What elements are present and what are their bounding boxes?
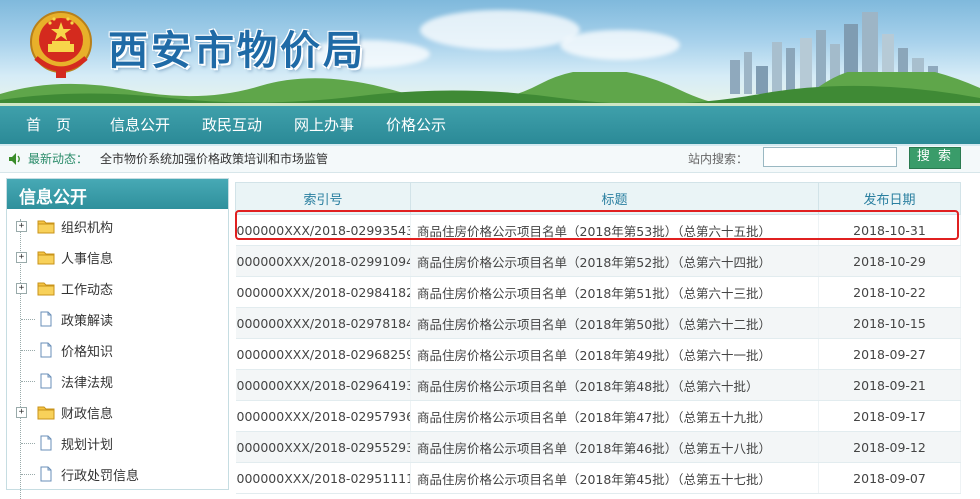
sidebar-item-label: 政策解读 — [61, 314, 114, 329]
folder-icon — [37, 218, 55, 234]
cell-index: 000000XXX/2018-02955293 — [235, 431, 411, 463]
document-table: 索引号 标题 发布日期 000000XXX/2018-02993543 商品住房价… — [235, 182, 961, 494]
sidebar-item-label: 法律法规 — [61, 376, 114, 391]
cell-date: 2018-10-22 — [818, 276, 961, 308]
sidebar-item[interactable]: + 组织机构 — [13, 215, 225, 239]
column-header-index[interactable]: 索引号 — [235, 182, 411, 215]
main-nav: 首 页 信息公开 政民互动 网上办事 价格公示 — [0, 106, 980, 146]
sidebar-item-label: 规划计划 — [61, 438, 114, 453]
cell-title-link[interactable]: 商品住房价格公示项目名单（2018年第51批）（总第六十三批） — [410, 276, 819, 308]
search-button[interactable]: 搜 索 — [909, 147, 961, 169]
folder-icon — [37, 404, 55, 420]
news-bar: 最新动态： 全市物价系统加强价格政策培训和市场监管 站内搜索： 搜 索 — [0, 146, 980, 173]
nav-home[interactable]: 首 页 — [26, 106, 71, 144]
tree-branch-line — [21, 350, 35, 351]
tree-branch-line — [21, 474, 35, 475]
nav-public-interaction[interactable]: 政民互动 — [202, 106, 262, 144]
column-header-title[interactable]: 标题 — [410, 182, 819, 215]
column-header-date[interactable]: 发布日期 — [818, 182, 961, 215]
table-row[interactable]: 000000XXX/2018-02957936 商品住房价格公示项目名单（2018… — [235, 400, 961, 432]
table-row[interactable]: 000000XXX/2018-02964193 商品住房价格公示项目名单（2018… — [235, 369, 961, 401]
cell-index: 000000XXX/2018-02951111 — [235, 462, 411, 494]
sidebar-item[interactable]: 行政处罚信息 — [13, 463, 225, 487]
cell-date: 2018-09-27 — [818, 338, 961, 370]
sidebar-item-label: 工作动态 — [61, 283, 114, 298]
sidebar-item[interactable]: 规划计划 — [13, 432, 225, 456]
folder-icon — [37, 280, 55, 296]
site-search-input[interactable] — [763, 147, 897, 167]
cell-index: 000000XXX/2018-02984182 — [235, 276, 411, 308]
cell-title-link[interactable]: 商品住房价格公示项目名单（2018年第45批）（总第五十七批） — [410, 462, 819, 494]
nav-online-services[interactable]: 网上办事 — [294, 106, 354, 144]
table-row[interactable]: 000000XXX/2018-02951111 商品住房价格公示项目名单（2018… — [235, 462, 961, 494]
sidebar-item-label: 人事信息 — [61, 252, 114, 267]
site-search-label: 站内搜索： — [688, 152, 749, 166]
cell-title-link[interactable]: 商品住房价格公示项目名单（2018年第49批）（总第六十一批） — [410, 338, 819, 370]
cell-index: 000000XXX/2018-02957936 — [235, 400, 411, 432]
folder-icon — [37, 249, 55, 265]
cell-title-link[interactable]: 商品住房价格公示项目名单（2018年第52批）（总第六十四批） — [410, 245, 819, 277]
document-icon — [37, 311, 55, 327]
cell-index: 000000XXX/2018-02964193 — [235, 369, 411, 401]
table-row[interactable]: 000000XXX/2018-02968259 商品住房价格公示项目名单（2018… — [235, 338, 961, 370]
expand-toggle-icon[interactable]: + — [16, 221, 27, 232]
tree-branch-line — [21, 381, 35, 382]
sidebar-item[interactable]: + 工作动态 — [13, 277, 225, 301]
sidebar-title: 信息公开 — [19, 188, 87, 208]
expand-toggle-icon[interactable]: + — [16, 283, 27, 294]
document-icon — [37, 342, 55, 358]
table-row[interactable]: 000000XXX/2018-02955293 商品住房价格公示项目名单（2018… — [235, 431, 961, 463]
cell-date: 2018-10-31 — [818, 214, 961, 246]
sidebar-item[interactable]: 价格知识 — [13, 339, 225, 363]
cloud-decoration — [420, 10, 580, 50]
table-header-row: 索引号 标题 发布日期 — [235, 182, 961, 215]
national-emblem-icon — [30, 11, 92, 78]
sidebar-item[interactable]: 政策解读 — [13, 308, 225, 332]
cell-date: 2018-09-21 — [818, 369, 961, 401]
cell-date: 2018-10-29 — [818, 245, 961, 277]
sidebar-item-label: 行政处罚信息 — [61, 469, 140, 484]
tree-branch-line — [21, 443, 35, 444]
cell-date: 2018-09-07 — [818, 462, 961, 494]
speaker-icon — [9, 153, 20, 165]
cell-date: 2018-09-17 — [818, 400, 961, 432]
cell-title-link[interactable]: 商品住房价格公示项目名单（2018年第47批）（总第五十九批） — [410, 400, 819, 432]
header-banner: 西安市物价局 — [0, 0, 980, 106]
cell-title-link[interactable]: 商品住房价格公示项目名单（2018年第48批）（总第六十批） — [410, 369, 819, 401]
latest-news-link[interactable]: 全市物价系统加强价格政策培训和市场监管 — [100, 150, 328, 167]
table-row[interactable]: 000000XXX/2018-02991094 商品住房价格公示项目名单（2018… — [235, 245, 961, 277]
nav-price-notice[interactable]: 价格公示 — [386, 106, 446, 144]
cell-index: 000000XXX/2018-02991094 — [235, 245, 411, 277]
sidebar-item[interactable]: + 财政信息 — [13, 401, 225, 425]
table-row[interactable]: 000000XXX/2018-02978184 商品住房价格公示项目名单（2018… — [235, 307, 961, 339]
cell-title-link[interactable]: 商品住房价格公示项目名单（2018年第50批）（总第六十二批） — [410, 307, 819, 339]
sidebar: 信息公开 + 组织机构 + 人事信息 + 工作动态政策解读价格知识法律法规 + 财政信息规划计… — [6, 178, 229, 499]
cell-title-link[interactable]: 商品住房价格公示项目名单（2018年第53批）（总第六十五批） — [410, 214, 819, 246]
green-hills-decoration — [0, 72, 980, 106]
expand-toggle-icon[interactable]: + — [16, 407, 27, 418]
tree-branch-line — [21, 319, 35, 320]
nav-info-disclosure[interactable]: 信息公开 — [110, 106, 170, 144]
cell-date: 2018-09-12 — [818, 431, 961, 463]
cloud-decoration — [560, 30, 680, 60]
expand-toggle-icon[interactable]: + — [16, 252, 27, 263]
sidebar-item-label: 价格知识 — [61, 345, 114, 360]
sidebar-header: 信息公开 — [7, 179, 228, 209]
table-row[interactable]: 000000XXX/2018-02984182 商品住房价格公示项目名单（2018… — [235, 276, 961, 308]
document-icon — [37, 435, 55, 451]
sidebar-item[interactable]: 法律法规 — [13, 370, 225, 394]
sidebar-item[interactable]: + 人事信息 — [13, 246, 225, 270]
cell-index: 000000XXX/2018-02993543 — [235, 214, 411, 246]
table-row[interactable]: 000000XXX/2018-02993543 商品住房价格公示项目名单（2018… — [235, 214, 961, 246]
document-icon — [37, 373, 55, 389]
cell-index: 000000XXX/2018-02978184 — [235, 307, 411, 339]
cell-title-link[interactable]: 商品住房价格公示项目名单（2018年第46批）（总第五十八批） — [410, 431, 819, 463]
cell-date: 2018-10-15 — [818, 307, 961, 339]
latest-news-label: 最新动态： — [28, 152, 89, 166]
cell-index: 000000XXX/2018-02968259 — [235, 338, 411, 370]
sidebar-item-label: 组织机构 — [61, 221, 114, 236]
sidebar-item-label: 财政信息 — [61, 407, 114, 422]
site-title: 西安市物价局 — [108, 27, 366, 74]
